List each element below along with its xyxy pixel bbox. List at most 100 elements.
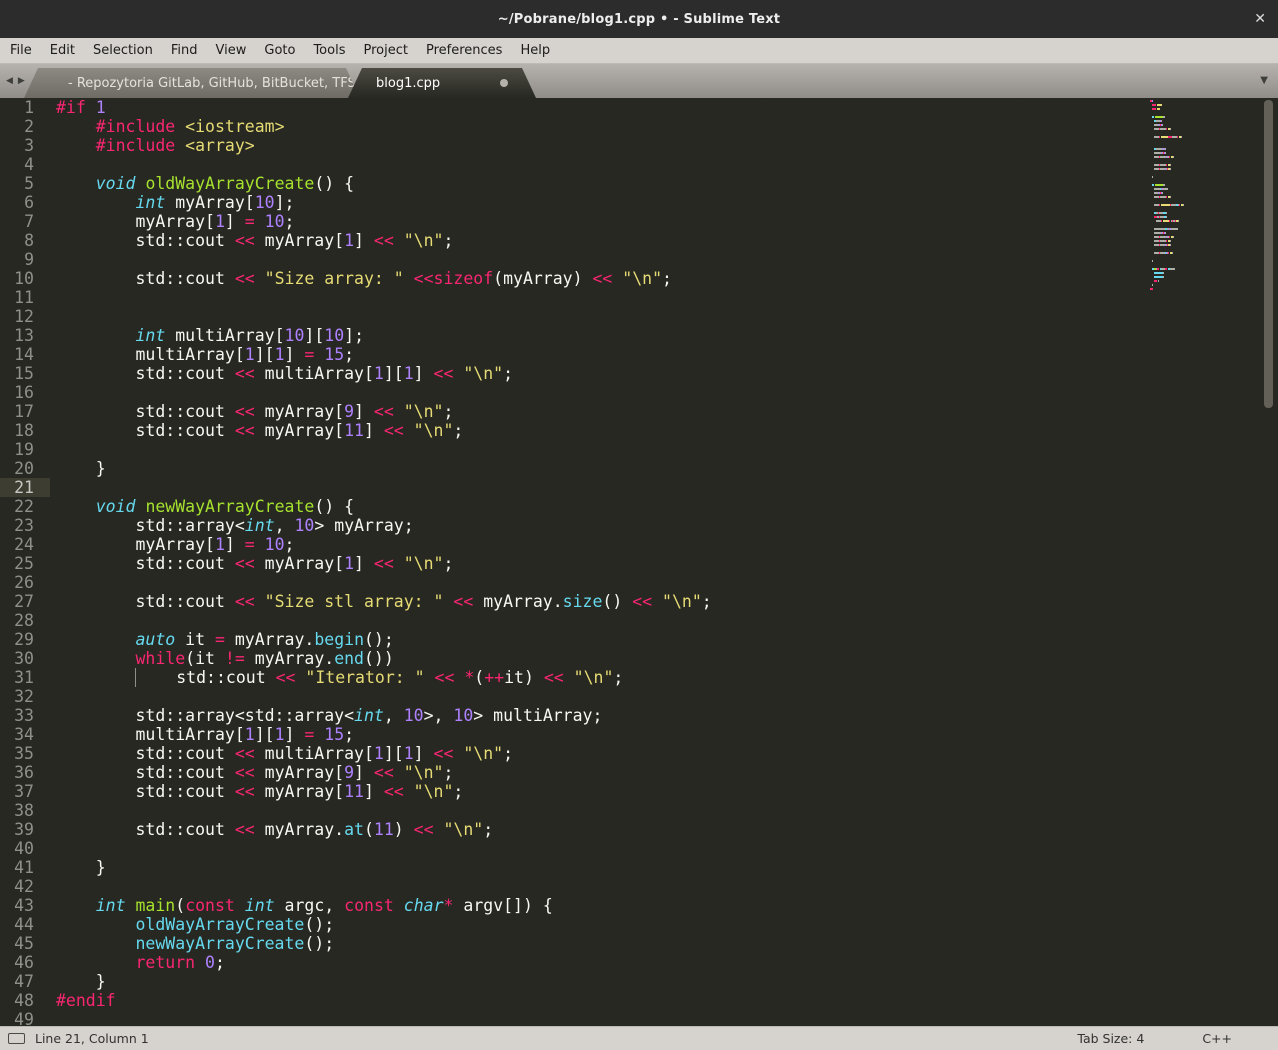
menu-project[interactable]: Project — [354, 38, 416, 63]
code-line-5[interactable]: 5 void oldWayArrayCreate() { — [0, 174, 1278, 193]
minimap-line[interactable] — [1150, 208, 1190, 210]
minimap-line[interactable] — [1150, 284, 1190, 286]
code-line-39[interactable]: 39 std::cout << myArray.at(11) << "\n"; — [0, 820, 1278, 839]
minimap-line[interactable] — [1150, 108, 1190, 110]
code-line-10[interactable]: 10 std::cout << "Size array: " <<sizeof(… — [0, 269, 1278, 288]
minimap-line[interactable] — [1150, 288, 1190, 290]
minimap-line[interactable] — [1150, 232, 1190, 234]
code-line-13[interactable]: 13 int multiArray[10][10]; — [0, 326, 1278, 345]
minimap-line[interactable] — [1150, 196, 1190, 198]
minimap-line[interactable] — [1150, 184, 1190, 186]
code-line-33[interactable]: 33 std::array<std::array<int, 10>, 10> m… — [0, 706, 1278, 725]
line-number[interactable]: 39 — [0, 820, 50, 839]
minimap-line[interactable] — [1150, 120, 1190, 122]
minimap-line[interactable] — [1150, 292, 1190, 294]
close-icon[interactable]: ✕ — [1254, 12, 1266, 26]
minimap-line[interactable] — [1150, 276, 1190, 278]
line-number[interactable]: 19 — [0, 440, 50, 459]
line-number[interactable]: 34 — [0, 725, 50, 744]
code-line-49[interactable]: 49 — [0, 1010, 1278, 1026]
code-line-18[interactable]: 18 std::cout << myArray[11] << "\n"; — [0, 421, 1278, 440]
editor[interactable]: 1 #if 12 #include <iostream> 3 #include <a… — [0, 98, 1278, 1026]
line-number[interactable]: 42 — [0, 877, 50, 896]
minimap-line[interactable] — [1150, 204, 1190, 206]
history-back-icon[interactable]: ◀ — [6, 76, 13, 86]
code-line-45[interactable]: 45 newWayArrayCreate(); — [0, 934, 1278, 953]
minimap-line[interactable] — [1150, 104, 1190, 106]
syntax-indicator[interactable]: C++ — [1202, 1031, 1232, 1046]
line-number[interactable]: 7 — [0, 212, 50, 231]
minimap[interactable] — [1150, 100, 1190, 296]
code-line-24[interactable]: 24 myArray[1] = 10; — [0, 535, 1278, 554]
line-number[interactable]: 25 — [0, 554, 50, 573]
minimap-line[interactable] — [1150, 140, 1190, 142]
minimap-line[interactable] — [1150, 116, 1190, 118]
line-number[interactable]: 47 — [0, 972, 50, 991]
line-number[interactable]: 44 — [0, 915, 50, 934]
line-number[interactable]: 35 — [0, 744, 50, 763]
line-number[interactable]: 18 — [0, 421, 50, 440]
code-line-3[interactable]: 3 #include <array> — [0, 136, 1278, 155]
tab-overflow-icon[interactable]: ▼ — [1260, 75, 1268, 86]
code-line-20[interactable]: 20 } — [0, 459, 1278, 478]
code-line-46[interactable]: 46 return 0; — [0, 953, 1278, 972]
line-number[interactable]: 24 — [0, 535, 50, 554]
line-number[interactable]: 11 — [0, 288, 50, 307]
line-number[interactable]: 29 — [0, 630, 50, 649]
minimap-line[interactable] — [1150, 248, 1190, 250]
line-number[interactable]: 4 — [0, 155, 50, 174]
line-number[interactable]: 20 — [0, 459, 50, 478]
code-line-21[interactable]: 21 — [0, 478, 1278, 497]
minimap-line[interactable] — [1150, 152, 1190, 154]
line-number[interactable]: 26 — [0, 573, 50, 592]
minimap-line[interactable] — [1150, 164, 1190, 166]
tab-repozytoria[interactable]: - Repozytoria GitLab, GitHub, BitBucket,… — [24, 68, 360, 98]
minimap-line[interactable] — [1150, 216, 1190, 218]
code-line-17[interactable]: 17 std::cout << myArray[9] << "\n"; — [0, 402, 1278, 421]
minimap-line[interactable] — [1150, 176, 1190, 178]
line-number[interactable]: 9 — [0, 250, 50, 269]
tab-size-indicator[interactable]: Tab Size: 4 — [1077, 1031, 1144, 1046]
line-number[interactable]: 22 — [0, 497, 50, 516]
minimap-line[interactable] — [1150, 148, 1190, 150]
minimap-line[interactable] — [1150, 180, 1190, 182]
minimap-line[interactable] — [1150, 200, 1190, 202]
code-line-11[interactable]: 11 — [0, 288, 1278, 307]
line-number[interactable]: 28 — [0, 611, 50, 630]
line-number[interactable]: 23 — [0, 516, 50, 535]
line-number[interactable]: 16 — [0, 383, 50, 402]
minimap-line[interactable] — [1150, 168, 1190, 170]
code-line-29[interactable]: 29 auto it = myArray.begin(); — [0, 630, 1278, 649]
minimap-line[interactable] — [1150, 236, 1190, 238]
scrollbar-thumb[interactable] — [1264, 100, 1273, 408]
minimap-line[interactable] — [1150, 220, 1190, 222]
code-line-27[interactable]: 27 std::cout << "Size stl array: " << my… — [0, 592, 1278, 611]
line-number[interactable]: 17 — [0, 402, 50, 421]
code-line-2[interactable]: 2 #include <iostream> — [0, 117, 1278, 136]
menu-file[interactable]: File — [1, 38, 41, 63]
minimap-line[interactable] — [1150, 156, 1190, 158]
menu-selection[interactable]: Selection — [84, 38, 162, 63]
panel-toggle-icon[interactable] — [8, 1033, 25, 1044]
code-line-40[interactable]: 40 — [0, 839, 1278, 858]
minimap-line[interactable] — [1150, 256, 1190, 258]
line-number[interactable]: 46 — [0, 953, 50, 972]
line-number[interactable]: 43 — [0, 896, 50, 915]
code-line-44[interactable]: 44 oldWayArrayCreate(); — [0, 915, 1278, 934]
code-line-28[interactable]: 28 — [0, 611, 1278, 630]
code-line-34[interactable]: 34 multiArray[1][1] = 15; — [0, 725, 1278, 744]
code-line-4[interactable]: 4 — [0, 155, 1278, 174]
menu-help[interactable]: Help — [511, 38, 559, 63]
code-line-26[interactable]: 26 — [0, 573, 1278, 592]
minimap-line[interactable] — [1150, 212, 1190, 214]
line-number[interactable]: 2 — [0, 117, 50, 136]
code-line-43[interactable]: 43 int main(const int argc, const char* … — [0, 896, 1278, 915]
minimap-line[interactable] — [1150, 144, 1190, 146]
minimap-line[interactable] — [1150, 268, 1190, 270]
code-line-14[interactable]: 14 multiArray[1][1] = 15; — [0, 345, 1278, 364]
line-number[interactable]: 6 — [0, 193, 50, 212]
menu-find[interactable]: Find — [162, 38, 207, 63]
line-number[interactable]: 36 — [0, 763, 50, 782]
title-bar[interactable]: ~/Pobrane/blog1.cpp • - Sublime Text ✕ — [0, 0, 1278, 38]
code-line-32[interactable]: 32 — [0, 687, 1278, 706]
